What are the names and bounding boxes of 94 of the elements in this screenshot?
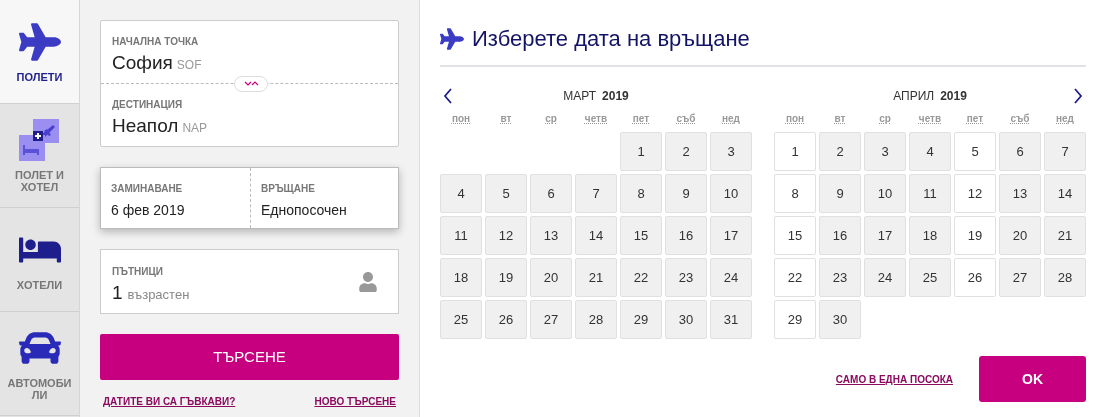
month-year: 2019 xyxy=(602,88,629,105)
search-button[interactable]: ТЪРСЕНЕ xyxy=(100,334,399,380)
weekday-label: съб xyxy=(676,112,696,126)
day-cell[interactable]: 5 xyxy=(954,132,996,171)
return-field[interactable]: ВРЪЩАНЕ Еднопосочен xyxy=(251,168,398,228)
month-year: 2019 xyxy=(940,88,967,105)
swap-icon[interactable] xyxy=(234,76,268,92)
ok-button[interactable]: OK xyxy=(979,356,1086,402)
day-cell[interactable]: 3 xyxy=(710,132,752,171)
weekday-label: нед xyxy=(1056,112,1074,126)
day-cell[interactable]: 16 xyxy=(665,216,707,255)
plane-icon xyxy=(18,20,61,63)
weekday-label: ср xyxy=(545,112,557,126)
day-cell[interactable]: 7 xyxy=(575,174,617,213)
day-cell[interactable]: 11 xyxy=(440,216,482,255)
day-cell[interactable]: 21 xyxy=(575,258,617,297)
day-cell[interactable]: 24 xyxy=(864,258,906,297)
weekday-label: ср xyxy=(879,112,891,126)
weekday-label: пон xyxy=(785,112,805,126)
weekday-label: пет xyxy=(632,112,650,126)
day-cell[interactable]: 6 xyxy=(999,132,1041,171)
day-cell[interactable]: 30 xyxy=(819,300,861,339)
plane-icon xyxy=(440,26,464,51)
day-cell[interactable]: 20 xyxy=(530,258,572,297)
weekday-label: вт xyxy=(834,112,846,126)
sidebar-tab[interactable]: ПОЛЕТИ xyxy=(0,0,79,104)
day-cell[interactable]: 27 xyxy=(999,258,1041,297)
day-cell[interactable]: 5 xyxy=(485,174,527,213)
day-cell[interactable]: 22 xyxy=(620,258,662,297)
day-cell[interactable]: 17 xyxy=(710,216,752,255)
day-cell[interactable]: 28 xyxy=(1044,258,1086,297)
day-cell[interactable]: 9 xyxy=(819,174,861,213)
calendar-title: Изберете дата на връщане xyxy=(472,25,750,53)
one-way-link[interactable]: САМО В ЕДНА ПОСОКА xyxy=(835,371,953,387)
day-cell[interactable]: 15 xyxy=(774,216,816,255)
day-cell[interactable]: 30 xyxy=(665,300,707,339)
day-cell[interactable]: 27 xyxy=(530,300,572,339)
day-cell[interactable]: 26 xyxy=(954,258,996,297)
day-cell[interactable]: 12 xyxy=(954,174,996,213)
day-cell[interactable]: 19 xyxy=(954,216,996,255)
day-cell[interactable]: 18 xyxy=(909,216,951,255)
day-cell[interactable]: 11 xyxy=(909,174,951,213)
day-cell[interactable]: 19 xyxy=(485,258,527,297)
weekday-label: съб xyxy=(1010,112,1030,126)
destination-field[interactable]: ДЕСТИНАЦИЯ Неапол NAP xyxy=(101,83,398,146)
day-cell[interactable]: 18 xyxy=(440,258,482,297)
day-cell[interactable]: 23 xyxy=(819,258,861,297)
weekday-label: нед xyxy=(722,112,740,126)
link[interactable]: ДАТИТЕ ВИ СА ГЪВКАВИ? xyxy=(103,394,236,409)
day-cell[interactable]: 28 xyxy=(575,300,617,339)
day-cell[interactable]: 16 xyxy=(819,216,861,255)
day-cell[interactable]: 31 xyxy=(710,300,752,339)
day-cell[interactable]: 2 xyxy=(819,132,861,171)
day-cell[interactable]: 23 xyxy=(665,258,707,297)
plane-and-bed-icon xyxy=(18,118,61,161)
day-cell[interactable]: 1 xyxy=(774,132,816,171)
day-cell[interactable]: 4 xyxy=(440,174,482,213)
day-cell[interactable]: 7 xyxy=(1044,132,1086,171)
passengers-field[interactable]: ПЪТНИЦИ 1 възрастен xyxy=(100,249,399,314)
weekday-label: четв xyxy=(584,112,608,126)
day-cell[interactable]: 3 xyxy=(864,132,906,171)
weekday-label: четв xyxy=(918,112,942,126)
day-cell[interactable]: 29 xyxy=(620,300,662,339)
day-cell[interactable]: 14 xyxy=(1044,174,1086,213)
day-cell[interactable]: 25 xyxy=(909,258,951,297)
day-cell[interactable]: 1 xyxy=(620,132,662,171)
day-cell[interactable]: 2 xyxy=(665,132,707,171)
day-cell[interactable]: 24 xyxy=(710,258,752,297)
weekday-label: пон xyxy=(451,112,471,126)
day-cell[interactable]: 8 xyxy=(620,174,662,213)
day-cell[interactable]: 13 xyxy=(999,174,1041,213)
weekday-label: вт xyxy=(500,112,512,126)
day-cell[interactable]: 9 xyxy=(665,174,707,213)
day-cell[interactable]: 13 xyxy=(530,216,572,255)
day-cell[interactable]: 8 xyxy=(774,174,816,213)
weekday-label: пет xyxy=(966,112,984,126)
day-cell[interactable]: 25 xyxy=(440,300,482,339)
day-cell[interactable]: 15 xyxy=(620,216,662,255)
day-cell[interactable]: 22 xyxy=(774,258,816,297)
person-icon xyxy=(359,272,377,292)
day-cell[interactable]: 26 xyxy=(485,300,527,339)
day-cell[interactable]: 10 xyxy=(710,174,752,213)
day-cell[interactable]: 21 xyxy=(1044,216,1086,255)
day-cell[interactable]: 10 xyxy=(864,174,906,213)
day-cell[interactable]: 4 xyxy=(909,132,951,171)
month-name: АПРИЛ xyxy=(893,88,935,105)
link[interactable]: НОВО ТЪРСЕНЕ xyxy=(314,394,396,409)
day-cell[interactable]: 17 xyxy=(864,216,906,255)
day-cell[interactable]: 20 xyxy=(999,216,1041,255)
day-cell[interactable]: 14 xyxy=(575,216,617,255)
day-cell[interactable]: 6 xyxy=(530,174,572,213)
day-cell[interactable]: 12 xyxy=(485,216,527,255)
month-name: МАРТ xyxy=(563,88,597,105)
day-cell[interactable]: 29 xyxy=(774,300,816,339)
